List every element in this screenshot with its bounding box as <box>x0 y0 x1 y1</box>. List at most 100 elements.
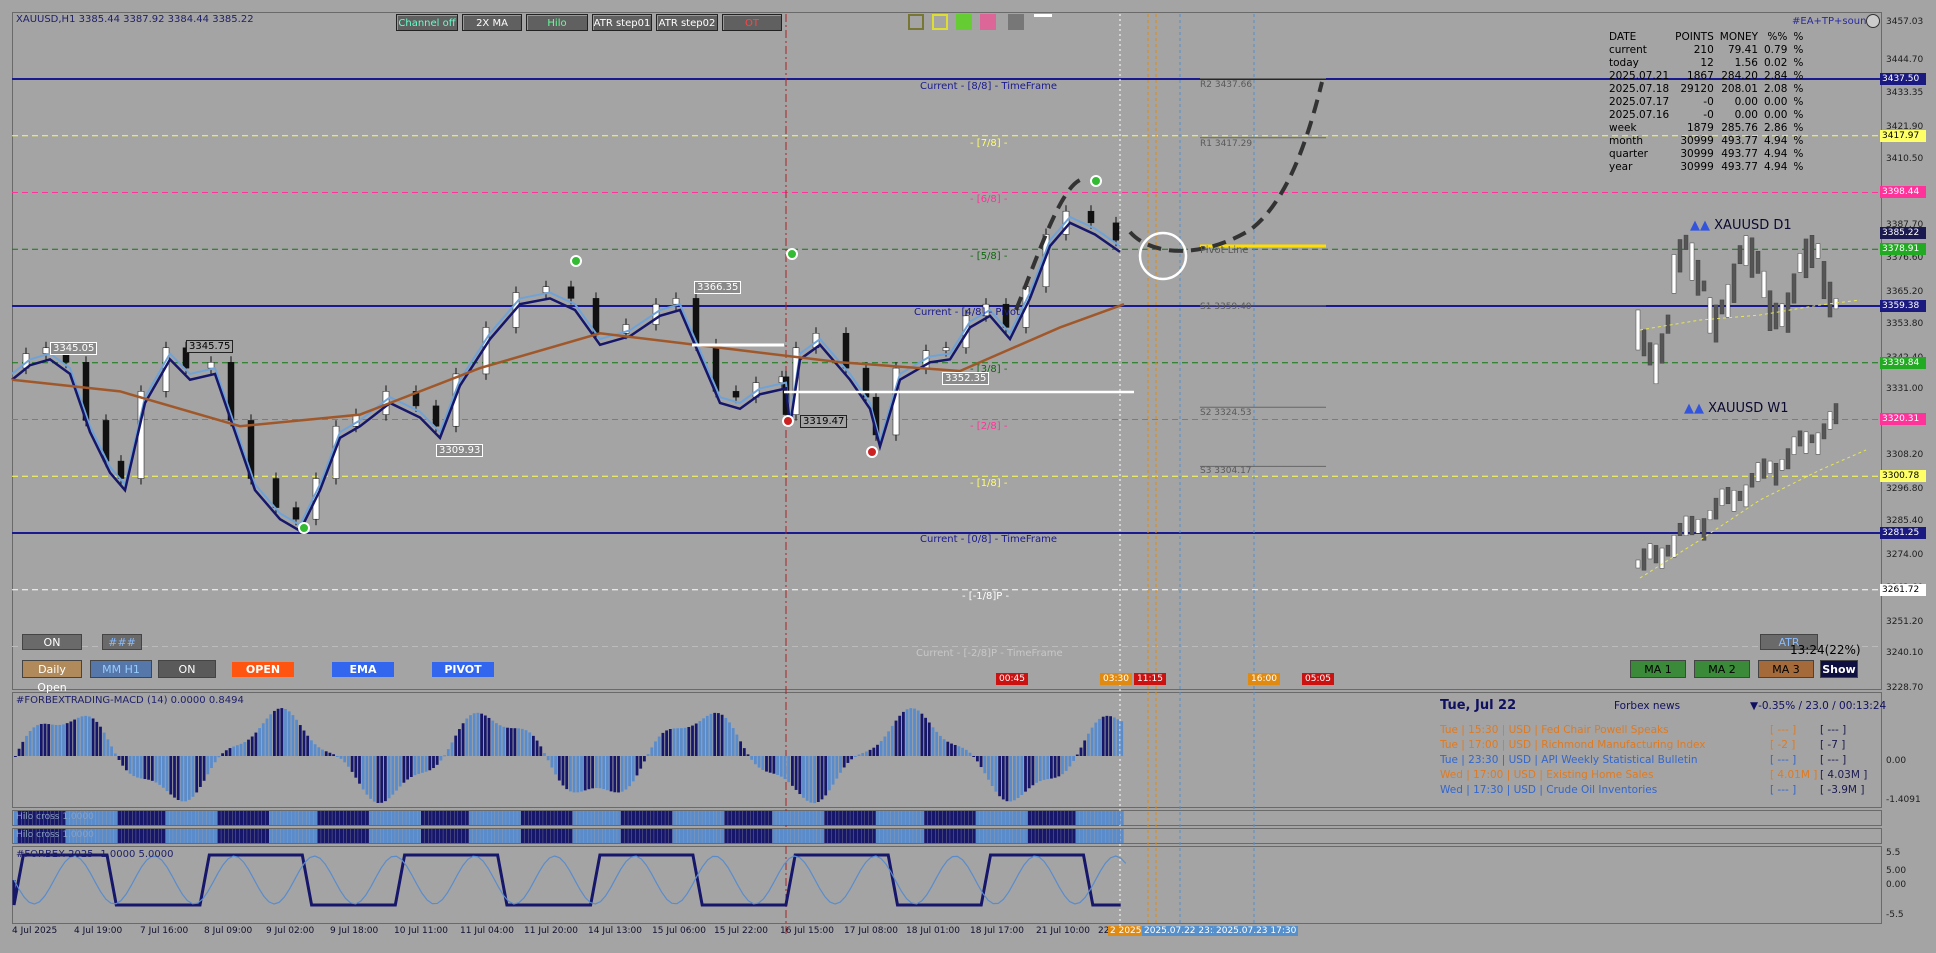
hilo-bar <box>680 829 684 843</box>
macd-bar <box>535 740 539 756</box>
hilo-bar <box>650 829 654 843</box>
price-level-box: 3281.25 <box>1880 527 1926 539</box>
hilo-bar <box>887 829 891 843</box>
hilo-bar <box>650 811 654 825</box>
macd-bar <box>36 725 39 756</box>
stats-header-pct-sign: % <box>1793 30 1804 43</box>
hilo-bar <box>569 811 573 825</box>
macd-bar <box>358 756 361 784</box>
news-item[interactable]: Wed | 17:30 | USD | Crude Oil Inventorie… <box>1440 784 1657 796</box>
ema-button[interactable]: EMA <box>332 662 394 677</box>
date-axis-label: 9 Jul 02:00 <box>266 926 315 936</box>
swatch-olive[interactable] <box>908 14 924 30</box>
macd-bar <box>454 735 458 756</box>
macd-bar <box>709 713 713 756</box>
macd-bar <box>343 756 347 763</box>
swatch-yellow[interactable] <box>932 14 948 30</box>
channel-off-button[interactable]: Channel off <box>396 14 458 31</box>
macd-bar <box>169 756 173 795</box>
hilo-bar <box>972 829 976 843</box>
macd-bar <box>14 756 17 757</box>
price-level-box: 3437.50 <box>1880 73 1926 85</box>
hilo-bar <box>384 829 388 843</box>
chart-window[interactable]: XAUUSD,H1 3385.44 3387.92 3384.44 3385.2… <box>0 0 1936 953</box>
hilo-bar <box>1031 829 1035 843</box>
ma2-button[interactable]: MA 2 <box>1694 660 1750 678</box>
hilo-bar <box>1035 829 1039 843</box>
macd-bar <box>432 756 435 769</box>
macd-bar <box>384 756 387 802</box>
hilo-bar <box>524 829 528 843</box>
swatch-white-line[interactable] <box>1034 14 1052 17</box>
news-item[interactable]: Tue | 15:30 | USD | Fed Chair Powell Spe… <box>1440 724 1669 736</box>
on-toggle-button[interactable]: ON <box>158 660 216 678</box>
hilo-bar <box>1001 811 1006 825</box>
hilo-bar <box>202 829 207 843</box>
hilo-bar <box>184 811 188 825</box>
mini-candle <box>1719 488 1725 506</box>
hilo-bar <box>413 811 417 825</box>
hilo-bar <box>487 829 491 843</box>
hilo-bar <box>953 811 958 825</box>
pivot-button[interactable]: PIVOT <box>432 662 494 677</box>
mini-candle <box>1785 448 1791 470</box>
hash-button[interactable]: ### <box>102 634 142 650</box>
hilo-button[interactable]: Hilo <box>526 14 588 31</box>
hilo-bar <box>199 811 203 825</box>
hilo-bar <box>258 829 262 843</box>
hilo-bar <box>132 811 136 825</box>
hilo-bar <box>850 811 854 825</box>
news-item[interactable]: Wed | 17:00 | USD | Existing Home Sales <box>1440 769 1653 781</box>
macd-bar <box>842 756 846 768</box>
on-button[interactable]: ON <box>22 634 82 650</box>
hilo-bar <box>476 811 480 825</box>
hilo-bar <box>772 811 776 825</box>
hilo-bar <box>313 829 318 843</box>
mini-candle <box>1833 298 1839 310</box>
show-button[interactable]: Show <box>1820 660 1858 678</box>
macd-bar <box>1064 756 1068 771</box>
ot-button[interactable]: OT <box>722 14 782 31</box>
hilo-bar <box>646 811 651 825</box>
news-item[interactable]: Tue | 23:30 | USD | API Weekly Statistic… <box>1440 754 1698 766</box>
ma3-button[interactable]: MA 3 <box>1758 660 1814 678</box>
hilo-bar <box>291 829 295 843</box>
hilo-bar <box>724 811 728 825</box>
mini-candle <box>1743 484 1749 508</box>
swatch-green[interactable] <box>956 14 972 30</box>
stats-cell: 4.94 <box>1764 147 1788 160</box>
open-button[interactable]: OPEN <box>232 662 294 677</box>
date-axis-label: 14 Jul 13:00 <box>588 926 642 936</box>
macd-bar <box>162 756 165 788</box>
news-item[interactable]: Tue | 17:00 | USD | Richmond Manufacturi… <box>1440 739 1706 751</box>
stats-cell: 2025.07.18 <box>1609 82 1670 95</box>
macd-bar <box>739 741 742 756</box>
macd-bar <box>646 754 650 756</box>
hilo-bar <box>1094 811 1098 825</box>
ma1-button[interactable]: MA 1 <box>1630 660 1686 678</box>
swatch-pink[interactable] <box>980 14 996 30</box>
atr-step01-button[interactable]: ATR step01 <box>592 14 652 31</box>
hilo-bar <box>728 811 732 825</box>
macd-bar <box>768 756 772 773</box>
macd-bar <box>643 756 646 762</box>
stats-cell: % <box>1793 160 1804 173</box>
mm-h1-button[interactable]: MM H1 <box>90 660 152 678</box>
macd-bar <box>931 727 935 756</box>
daily-open-button[interactable]: Daily Open <box>22 660 82 694</box>
macd-bar <box>794 756 798 790</box>
macd-bar <box>95 721 99 756</box>
hilo-bar <box>1042 811 1046 825</box>
swing-label: 3345.05 <box>50 342 98 355</box>
swatch-gray[interactable] <box>1008 14 1024 30</box>
stats-cell: 12 <box>1700 56 1714 69</box>
hilo-bar <box>132 829 136 843</box>
hilo-bar <box>813 811 817 825</box>
atr-step02-button[interactable]: ATR step02 <box>656 14 718 31</box>
mini-candle <box>1719 299 1725 315</box>
2x-ma-button[interactable]: 2X MA <box>462 14 522 31</box>
hilo-bar <box>528 811 532 825</box>
hilo-bar <box>99 829 103 843</box>
hilo-bar <box>857 811 861 825</box>
hilo-bar <box>502 829 506 843</box>
